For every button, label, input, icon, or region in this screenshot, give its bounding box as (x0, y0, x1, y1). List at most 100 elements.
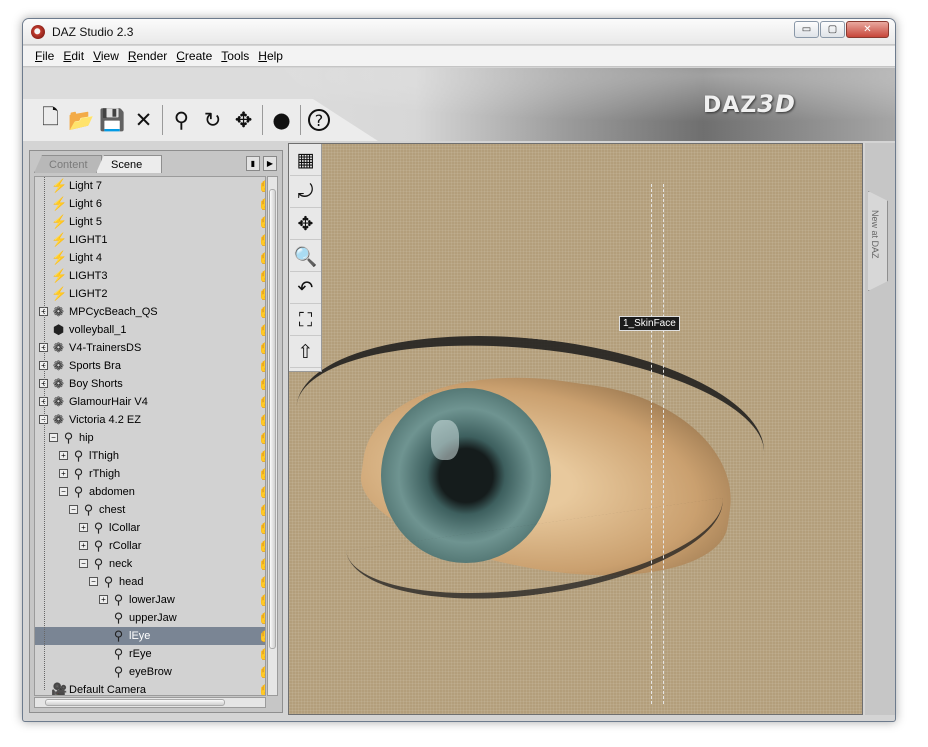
zoom-camera-icon[interactable]: 🔍 (290, 241, 321, 272)
visibility-icon[interactable]: ✋ (258, 502, 265, 520)
menu-tools[interactable]: Tools (221, 49, 249, 63)
maximize-button[interactable]: ▢ (820, 21, 845, 38)
tree-row[interactable]: ⚡LIGHT2 ✋ (35, 285, 265, 304)
visibility-icon[interactable]: ✋ (258, 304, 265, 322)
new-at-daz-tab[interactable]: New at DAZ (868, 191, 888, 291)
tree-row[interactable]: + ⚲ rThigh ✋ (35, 465, 265, 483)
tree-row[interactable]: ⚲ eyeBrow ✋ (35, 663, 265, 682)
orbit-camera-icon[interactable]: ⤾ (290, 177, 321, 208)
pin-icon[interactable]: ▮ (246, 156, 260, 171)
tree-row[interactable]: −⚲ head ✋ (35, 573, 265, 591)
visibility-icon[interactable]: ✋ (258, 178, 265, 196)
move-icon[interactable]: ✥ (228, 105, 259, 135)
expand-icon[interactable]: + (79, 523, 88, 532)
tree-row[interactable]: ⚡Light 7 ✋ (35, 177, 265, 196)
visibility-icon[interactable]: ✋ (258, 592, 265, 610)
tree-horizontal-scrollbar[interactable] (34, 697, 266, 708)
tab-scene[interactable]: Scene (96, 155, 162, 173)
rotate-icon[interactable]: ↻ (197, 105, 228, 135)
tree-row[interactable]: ⚡Light 6 ✋ (35, 195, 265, 214)
collapse-icon[interactable]: − (49, 433, 58, 442)
visibility-icon[interactable]: ✋ (258, 322, 265, 340)
visibility-icon[interactable]: ✋ (258, 664, 265, 682)
title-bar[interactable]: DAZ Studio 2.3 ▭ ▢ ✕ (23, 19, 895, 45)
viewport-grid-icon[interactable]: ▦ (290, 145, 321, 176)
tree-row[interactable]: −⚲ abdomen ✋ (35, 483, 265, 502)
visibility-icon[interactable]: ✋ (258, 412, 265, 430)
scrollbar-thumb[interactable] (269, 189, 276, 649)
new-document-icon[interactable]: 🗋 (35, 105, 66, 135)
collapse-icon[interactable]: − (59, 487, 68, 496)
visibility-icon[interactable]: ✋ (258, 610, 265, 628)
render-sphere-icon[interactable]: ● (266, 105, 297, 135)
rotate-camera-icon[interactable]: ↶ (290, 273, 321, 304)
tree-row[interactable]: + ⚲ lowerJaw ✋ (35, 591, 265, 610)
help-icon[interactable]: ? (308, 109, 330, 131)
delete-icon[interactable]: ✕ (128, 105, 159, 135)
tree-row[interactable]: 🎥Default Camera ✋ (35, 681, 265, 695)
tree-row[interactable]: +❁Boy Shorts✋ (35, 375, 265, 394)
collapse-icon[interactable]: − (89, 577, 98, 586)
menu-render[interactable]: Render (128, 49, 167, 63)
visibility-icon[interactable]: ✋ (258, 250, 265, 268)
visibility-icon[interactable]: ✋ (258, 340, 265, 358)
visibility-icon[interactable]: ✋ (258, 538, 265, 556)
visibility-icon[interactable]: ✋ (258, 682, 265, 695)
visibility-icon[interactable]: ✋ (258, 646, 265, 664)
visibility-icon[interactable]: ✋ (258, 376, 265, 394)
tree-row[interactable]: ⚡Light 4 ✋ (35, 249, 265, 268)
tree-row[interactable]: ⚡Light 5 ✋ (35, 213, 265, 232)
collapse-icon[interactable]: − (69, 505, 78, 514)
tree-row[interactable]: + ⚲ lCollar ✋ (35, 519, 265, 538)
tree-row[interactable]: −⚲ hip ✋ (35, 429, 265, 448)
menu-file[interactable]: File (35, 49, 54, 63)
visibility-icon[interactable]: ✋ (258, 268, 265, 286)
visibility-icon[interactable]: ✋ (258, 520, 265, 538)
menu-help[interactable]: Help (258, 49, 283, 63)
tree-row[interactable]: ⚲ lEye ✋ (35, 627, 265, 646)
visibility-icon[interactable]: ✋ (258, 448, 265, 466)
tree-row[interactable]: +❁GlamourHair V4✋ (35, 393, 265, 412)
collapse-icon[interactable]: − (79, 559, 88, 568)
expand-icon[interactable]: + (99, 595, 108, 604)
tree-row[interactable]: +❁MPCycBeach_QS✋ (35, 303, 265, 322)
menu-view[interactable]: View (93, 49, 119, 63)
visibility-icon[interactable]: ✋ (258, 484, 265, 502)
tree-vertical-scrollbar[interactable] (267, 176, 278, 696)
visibility-icon[interactable]: ✋ (258, 430, 265, 448)
visibility-icon[interactable]: ✋ (258, 358, 265, 376)
tree-row[interactable]: +❁V4-TrainersDS✋ (35, 339, 265, 358)
tree-row[interactable]: ⚡LIGHT1 ✋ (35, 231, 265, 250)
visibility-icon[interactable]: ✋ (258, 394, 265, 412)
visibility-icon[interactable]: ✋ (258, 196, 265, 214)
visibility-icon[interactable]: ✋ (258, 286, 265, 304)
tree-row[interactable]: −⚲ chest ✋ (35, 501, 265, 520)
menu-create[interactable]: Create (176, 49, 212, 63)
menu-edit[interactable]: Edit (63, 49, 84, 63)
save-icon[interactable]: 💾 (97, 105, 128, 135)
scene-tree[interactable]: ⚡Light 7✋⚡Light 6✋⚡Light 5✋⚡LIGHT1✋⚡Ligh… (34, 176, 266, 696)
frame-selection-icon[interactable]: ⛶ (290, 305, 321, 336)
visibility-icon[interactable]: ✋ (258, 556, 265, 574)
minimize-button[interactable]: ▭ (794, 21, 819, 38)
visibility-icon[interactable]: ✋ (258, 628, 265, 646)
tab-content[interactable]: Content (34, 155, 102, 173)
tree-row[interactable]: ⚲ upperJaw ✋ (35, 609, 265, 628)
scrollbar-thumb[interactable] (45, 699, 225, 706)
visibility-icon[interactable]: ✋ (258, 214, 265, 232)
expand-icon[interactable]: + (79, 541, 88, 550)
tree-row[interactable]: ⚲ rEye ✋ (35, 645, 265, 664)
bone-select-icon[interactable]: ⚲ (166, 105, 197, 135)
open-folder-icon[interactable]: 📂 (66, 105, 97, 135)
aim-camera-icon[interactable]: ⇧ (290, 337, 321, 368)
tree-row[interactable]: ⬢ volleyball_1 ✋ (35, 321, 265, 340)
visibility-icon[interactable]: ✋ (258, 232, 265, 250)
tree-row[interactable]: −⚲ neck ✋ (35, 555, 265, 574)
viewport-3d[interactable]: 1_SkinFace ▦ ⤾ ✥ 🔍 ↶ ⛶ ⇧ (288, 143, 863, 715)
expand-icon[interactable]: + (59, 469, 68, 478)
tree-row[interactable]: −❁Victoria 4.2 EZ✋ (35, 411, 265, 430)
tree-row[interactable]: + ⚲ rCollar ✋ (35, 537, 265, 556)
close-button[interactable]: ✕ (846, 21, 889, 38)
tree-row[interactable]: ⚡LIGHT3 ✋ (35, 267, 265, 286)
pan-camera-icon[interactable]: ✥ (290, 209, 321, 240)
